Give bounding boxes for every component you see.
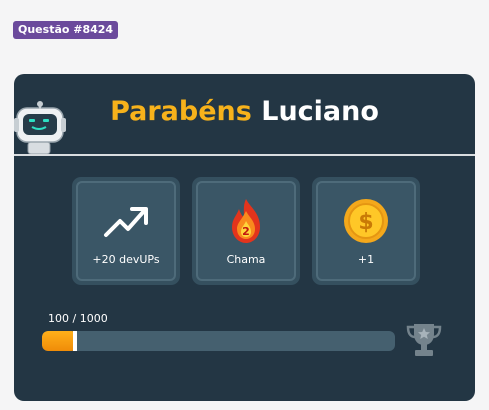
congratulations-title: Parabéns Luciano xyxy=(14,96,475,127)
progress-fill xyxy=(42,331,78,351)
trophy-icon xyxy=(406,324,442,356)
question-number-badge: Questão #8424 xyxy=(13,21,119,39)
title-user-name: Luciano xyxy=(261,96,379,127)
title-congrats-word: Parabéns xyxy=(110,96,252,127)
reward-devups: +20 devUPs xyxy=(72,177,180,285)
flame-icon: 2 xyxy=(232,199,260,243)
reward-flame-label: Chama xyxy=(226,253,266,266)
congratulations-card: Parabéns Luciano +20 devUPs 2 Chama $ +1… xyxy=(14,74,475,401)
trending-up-icon xyxy=(104,207,148,237)
reward-flame: 2 Chama xyxy=(192,177,300,285)
progress-bar xyxy=(42,331,395,351)
card-divider xyxy=(14,154,475,156)
progress-text: 100 / 1000 xyxy=(48,312,108,325)
coin-icon: $ xyxy=(344,199,388,243)
progress-cap xyxy=(73,331,78,351)
flame-count: 2 xyxy=(242,225,250,238)
reward-coin-label: +1 xyxy=(357,253,375,266)
reward-coin: $ +1 xyxy=(312,177,420,285)
svg-text:$: $ xyxy=(358,210,373,235)
reward-devups-label: +20 devUPs xyxy=(92,253,160,266)
